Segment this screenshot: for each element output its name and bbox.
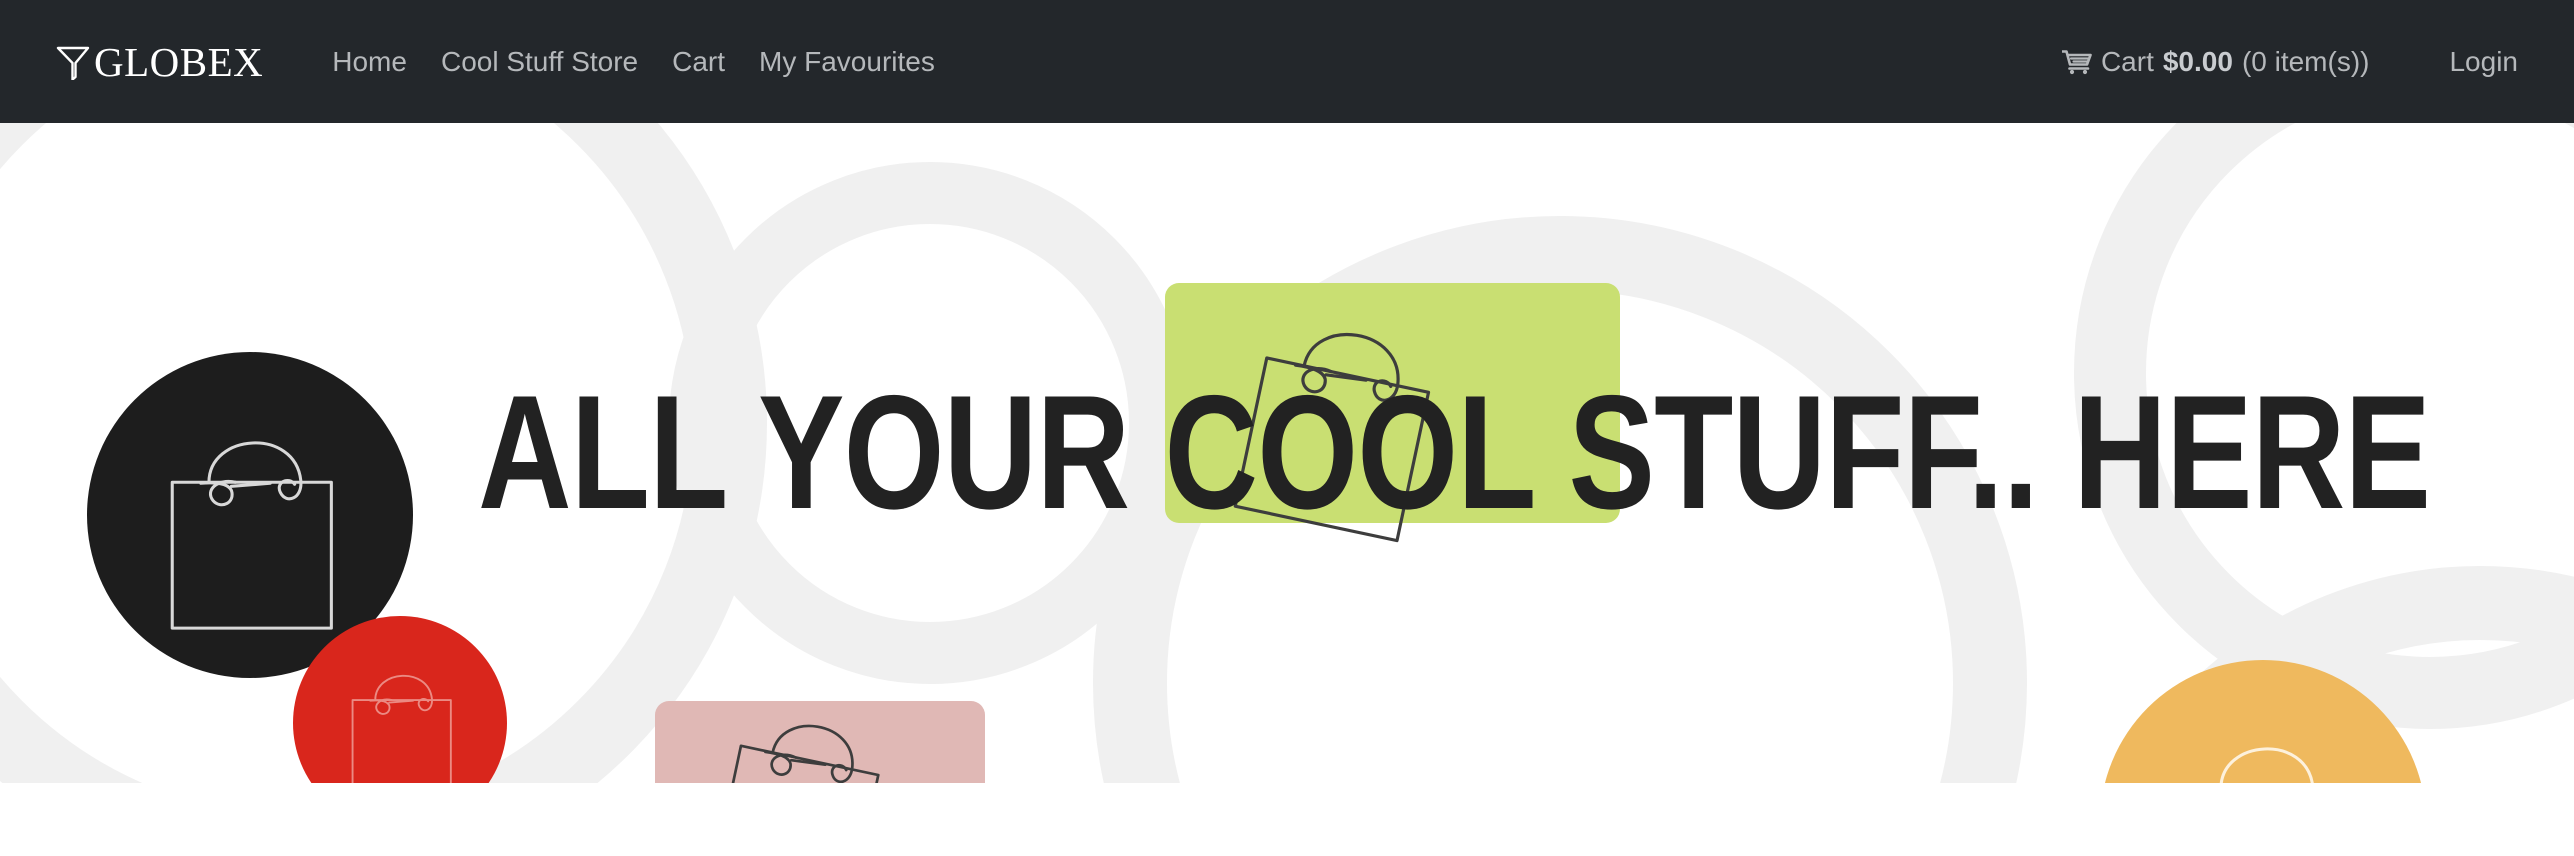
green-rect-badge <box>1165 283 1620 543</box>
main-nav-list: Home Cool Stuff Store Cart My Favourites <box>315 46 952 78</box>
pink-rect-badge <box>655 701 985 783</box>
cart-total-amount: $0.00 <box>2162 45 2233 77</box>
navbar-right-group: Cart $0.00 (0 item(s)) Login <box>2046 46 2534 78</box>
nav-link-my-favourites[interactable]: My Favourites <box>742 46 952 78</box>
nav-link-cart[interactable]: Cart <box>655 46 742 78</box>
nav-item-cart: Cart <box>655 46 742 78</box>
hero-banner: ALL YOUR COOL STUFF.. HERE <box>0 123 2574 856</box>
brand-name-text: GLOBEX <box>94 39 264 85</box>
nav-item-cool-stuff-store: Cool Stuff Store <box>424 46 655 78</box>
nav-item-my-favourites: My Favourites <box>742 46 952 78</box>
shopping-cart-icon <box>2061 49 2092 75</box>
nav-item-home: Home <box>315 46 424 78</box>
nav-link-cool-stuff-store[interactable]: Cool Stuff Store <box>424 46 655 78</box>
top-navigation-bar: GLOBEX Home Cool Stuff Store Cart My Fav… <box>0 0 2574 123</box>
hero-artwork <box>0 123 2574 783</box>
nav-link-home[interactable]: Home <box>315 46 424 78</box>
cart-label: Cart <box>2100 45 2154 77</box>
navbar-left-group: GLOBEX Home Cool Stuff Store Cart My Fav… <box>56 39 952 85</box>
cart-summary-link[interactable]: Cart $0.00 (0 item(s)) <box>2046 46 2386 78</box>
brand-logo-link[interactable]: GLOBEX <box>56 39 264 85</box>
funnel-logo-icon <box>56 44 90 80</box>
login-link[interactable]: Login <box>2433 46 2534 78</box>
cart-item-count: (0 item(s)) <box>2241 45 2370 77</box>
